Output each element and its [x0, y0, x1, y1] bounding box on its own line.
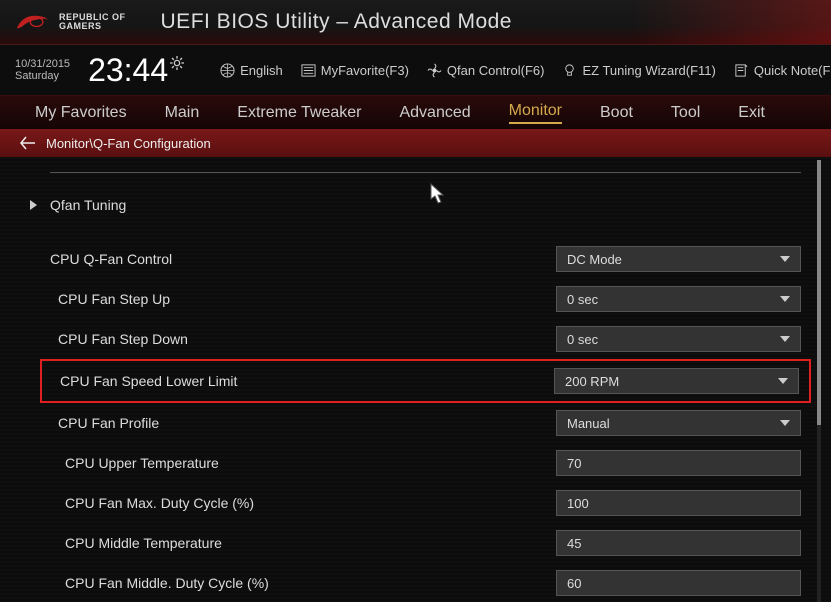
toolbar: 10/31/2015 Saturday 23:44 English MyFavo… — [0, 45, 831, 95]
rog-eye-icon — [15, 12, 51, 32]
cpu-upper-temp-label: CPU Upper Temperature — [50, 455, 556, 471]
cpu-fan-step-up-dropdown[interactable]: 0 sec — [556, 286, 801, 312]
cpu-upper-temp-input[interactable]: 70 — [556, 450, 801, 476]
brand-line2: GAMERS — [59, 22, 126, 31]
tab-advanced[interactable]: Advanced — [399, 104, 470, 122]
row-cpu-fan-profile: CPU Fan Profile Manual — [50, 403, 801, 443]
myfavorite-label: MyFavorite(F3) — [321, 63, 409, 78]
page-title: UEFI BIOS Utility – Advanced Mode — [161, 10, 512, 34]
cpu-fan-middle-duty-label: CPU Fan Middle. Duty Cycle (%) — [50, 575, 556, 591]
expand-triangle-icon — [30, 200, 37, 210]
header-bar: REPUBLIC OF GAMERS UEFI BIOS Utility – A… — [0, 0, 831, 45]
qfan-label: Qfan Control(F6) — [447, 63, 545, 78]
cpu-fan-middle-duty-input[interactable]: 60 — [556, 570, 801, 596]
tab-tool[interactable]: Tool — [671, 104, 700, 122]
cpu-fan-max-duty-input[interactable]: 100 — [556, 490, 801, 516]
cpu-fan-profile-dropdown[interactable]: Manual — [556, 410, 801, 436]
globe-icon — [220, 63, 235, 78]
list-icon — [301, 63, 316, 78]
bulb-icon — [562, 63, 577, 78]
tab-monitor[interactable]: Monitor — [509, 102, 562, 124]
tab-bar: My Favorites Main Extreme Tweaker Advanc… — [0, 95, 831, 129]
qfan-button[interactable]: Qfan Control(F6) — [427, 63, 545, 78]
quicknote-button[interactable]: Quick Note(F9) — [734, 63, 831, 78]
row-qfan-tuning[interactable]: Qfan Tuning — [50, 185, 801, 225]
row-cpu-middle-temp: CPU Middle Temperature 45 — [50, 523, 801, 563]
cpu-qfan-control-dropdown[interactable]: DC Mode — [556, 246, 801, 272]
tab-exit[interactable]: Exit — [738, 104, 765, 122]
gear-icon[interactable] — [170, 56, 184, 70]
cpu-fan-step-down-label: CPU Fan Step Down — [50, 331, 556, 347]
scrollbar[interactable] — [817, 160, 821, 602]
row-cpu-qfan-control: CPU Q-Fan Control DC Mode — [50, 239, 801, 279]
time-text: 23:44 — [88, 52, 168, 89]
row-cpu-upper-temp: CPU Upper Temperature 70 — [50, 443, 801, 483]
cpu-qfan-control-label: CPU Q-Fan Control — [50, 251, 556, 267]
breadcrumb-bar: Monitor\Q-Fan Configuration — [0, 129, 831, 157]
tab-myfavorites[interactable]: My Favorites — [35, 104, 127, 122]
tab-main[interactable]: Main — [165, 104, 200, 122]
eztuning-button[interactable]: EZ Tuning Wizard(F11) — [562, 63, 715, 78]
row-cpu-fan-step-down: CPU Fan Step Down 0 sec — [50, 319, 801, 359]
row-cpu-fan-max-duty: CPU Fan Max. Duty Cycle (%) 100 — [50, 483, 801, 523]
cpu-fan-speed-lower-limit-label: CPU Fan Speed Lower Limit — [52, 373, 554, 389]
cpu-fan-step-up-label: CPU Fan Step Up — [50, 291, 556, 307]
cpu-fan-max-duty-label: CPU Fan Max. Duty Cycle (%) — [50, 495, 556, 511]
cpu-middle-temp-label: CPU Middle Temperature — [50, 535, 556, 551]
qfan-tuning-label: Qfan Tuning — [50, 197, 801, 213]
back-arrow-icon[interactable] — [20, 136, 36, 150]
date-text: 10/31/2015 — [15, 58, 70, 70]
myfavorite-button[interactable]: MyFavorite(F3) — [301, 63, 409, 78]
row-cpu-fan-middle-duty: CPU Fan Middle. Duty Cycle (%) 60 — [50, 563, 801, 602]
rog-logo: REPUBLIC OF GAMERS — [15, 12, 126, 32]
row-cpu-fan-speed-lower-limit: CPU Fan Speed Lower Limit 200 RPM — [40, 359, 811, 403]
row-cpu-fan-step-up: CPU Fan Step Up 0 sec — [50, 279, 801, 319]
tab-boot[interactable]: Boot — [600, 104, 633, 122]
quicknote-label: Quick Note(F9) — [754, 63, 831, 78]
language-label: English — [240, 63, 283, 78]
cpu-fan-speed-lower-limit-dropdown[interactable]: 200 RPM — [554, 368, 799, 394]
content-area: Qfan Tuning CPU Q-Fan Control DC Mode CP… — [0, 157, 831, 602]
language-selector[interactable]: English — [220, 63, 283, 78]
tab-extremetweaker[interactable]: Extreme Tweaker — [237, 104, 361, 122]
note-icon — [734, 63, 749, 78]
eztuning-label: EZ Tuning Wizard(F11) — [582, 63, 715, 78]
day-text: Saturday — [15, 70, 70, 82]
breadcrumb-text: Monitor\Q-Fan Configuration — [46, 136, 211, 151]
cpu-fan-step-down-dropdown[interactable]: 0 sec — [556, 326, 801, 352]
divider — [50, 172, 801, 173]
cpu-middle-temp-input[interactable]: 45 — [556, 530, 801, 556]
cpu-fan-profile-label: CPU Fan Profile — [50, 415, 556, 431]
fan-icon — [427, 63, 442, 78]
scrollbar-thumb[interactable] — [817, 160, 821, 425]
datetime-block: 10/31/2015 Saturday — [15, 58, 70, 82]
scrollbar-track — [817, 160, 821, 602]
time-display: 23:44 — [88, 52, 184, 89]
